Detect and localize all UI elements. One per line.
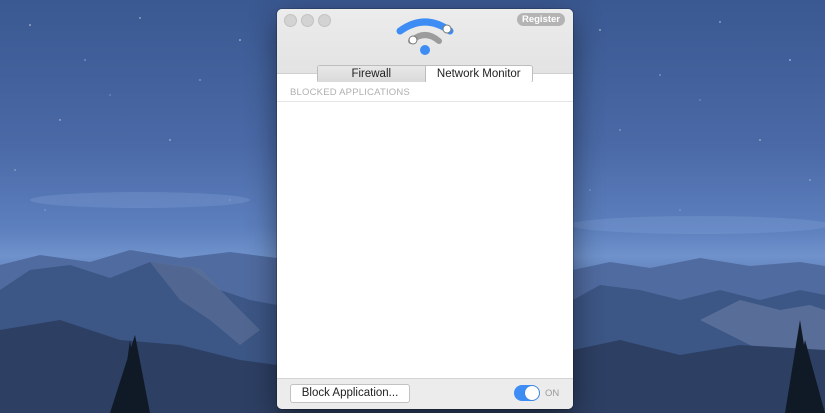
- footer-bar: Block Application... ON: [277, 378, 573, 409]
- wifi-logo-icon: [396, 18, 454, 55]
- tab-bar: Firewall Network Monitor: [317, 65, 533, 83]
- firewall-toggle[interactable]: [514, 385, 540, 401]
- register-button[interactable]: Register: [517, 13, 565, 26]
- title-bar[interactable]: Register Firewall Network Monitor: [277, 9, 573, 83]
- blocked-apps-list[interactable]: [277, 102, 573, 378]
- tab-network-monitor[interactable]: Network Monitor: [425, 66, 532, 82]
- toggle-state-label: ON: [545, 388, 560, 399]
- close-icon[interactable]: [284, 14, 297, 27]
- block-application-button[interactable]: Block Application...: [290, 384, 410, 403]
- zoom-icon[interactable]: [318, 14, 331, 27]
- minimize-icon[interactable]: [301, 14, 314, 27]
- tab-firewall[interactable]: Firewall: [318, 66, 426, 82]
- section-header: BLOCKED APPLICATIONS: [290, 87, 410, 98]
- blocked-apps-panel: BLOCKED APPLICATIONS: [277, 82, 573, 378]
- toggle-knob: [525, 386, 539, 400]
- app-window: Register Firewall Network Monitor BLOCKE…: [277, 9, 573, 409]
